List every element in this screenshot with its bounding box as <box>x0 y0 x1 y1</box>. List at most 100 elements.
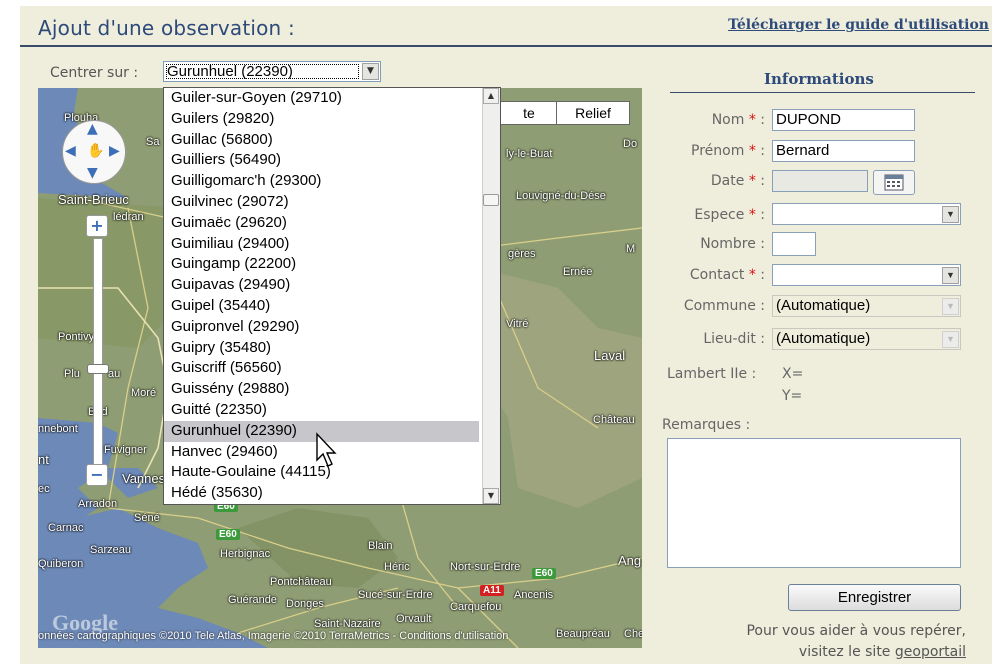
map-label: Beaupréau <box>556 628 610 640</box>
list-item[interactable]: Guissény (29880) <box>164 379 479 400</box>
list-scrollbar[interactable]: ▲ ▼ <box>482 88 500 504</box>
scroll-up-icon[interactable]: ▲ <box>483 88 499 104</box>
chevron-down-icon[interactable]: ▼ <box>942 206 959 223</box>
commune-select-value: (Automatique) <box>776 297 871 314</box>
map-label: Sucé-sur-Erdre <box>358 589 433 601</box>
route-badge: E60 <box>532 568 556 579</box>
map-pan-control[interactable]: ▲ ◀ ▶ ▼ ✋ <box>62 120 126 184</box>
commune-select: (Automatique) ▼ <box>772 295 961 317</box>
list-item[interactable]: Guilliers (56490) <box>164 150 479 171</box>
map-label: Saint-Brieuc <box>58 192 129 207</box>
informations-divider <box>670 92 975 93</box>
chevron-down-icon: ▼ <box>942 331 959 348</box>
save-button[interactable]: Enregistrer <box>788 584 961 611</box>
list-item[interactable]: Guimiliau (29400) <box>164 234 479 255</box>
list-item[interactable]: Guitté (22350) <box>164 400 479 421</box>
map-label: Chem <box>624 628 642 640</box>
map-label: Carnac <box>48 522 84 534</box>
mouse-cursor-icon <box>316 432 337 467</box>
list-item[interactable]: Hédé (35630) <box>164 483 479 504</box>
list-item[interactable]: Guilvinec (29072) <box>164 192 479 213</box>
map-label: Nort-sur-Erdre <box>450 561 521 573</box>
lieudit-select-value: (Automatique) <box>776 330 871 347</box>
page-title: Ajout d'une observation : <box>38 16 295 40</box>
help-line-1: Pour vous aider à vous repérer, <box>746 623 966 639</box>
route-badge: A11 <box>480 585 504 596</box>
list-item[interactable]: Guilligomarc'h (29300) <box>164 171 479 192</box>
pan-down-icon[interactable]: ▼ <box>87 165 98 181</box>
list-item[interactable]: Guipel (35440) <box>164 296 479 317</box>
contact-select[interactable]: ▼ <box>772 264 961 286</box>
center-on-select[interactable]: Gurunhuel (22390) ▼ <box>163 61 381 82</box>
list-item[interactable]: Guingamp (22200) <box>164 254 479 275</box>
map-label: Sarzeau <box>90 544 131 556</box>
map-label: Pontchâteau <box>270 576 332 588</box>
pan-left-icon[interactable]: ◀ <box>65 143 76 159</box>
list-item[interactable]: Guipry (35480) <box>164 338 479 359</box>
chevron-down-icon[interactable]: ▼ <box>942 267 959 284</box>
list-item[interactable]: Guipronvel (29290) <box>164 317 479 338</box>
map-label: gères <box>508 248 536 260</box>
zoom-in-button[interactable]: + <box>86 215 108 237</box>
lambert-x: X= <box>782 366 804 382</box>
map-label: Arradon <box>78 498 118 510</box>
map-label: Saint-Nazaire <box>314 618 381 630</box>
scroll-thumb[interactable] <box>483 194 499 206</box>
list-item[interactable]: Guimaëc (29620) <box>164 213 479 234</box>
map-label: Pontivy <box>58 331 95 343</box>
map-label: Château <box>593 414 635 426</box>
map-label: nt <box>38 452 49 467</box>
map-label: au <box>108 368 121 380</box>
help-text: Pour vous aider à vous repérer, visitez … <box>660 621 966 663</box>
lambert-label: Lambert IIe : <box>667 366 757 382</box>
list-item[interactable]: Guipavas (29490) <box>164 275 479 296</box>
zoom-slider-handle[interactable] <box>87 364 109 374</box>
route-badge: E60 <box>216 529 240 540</box>
date-field[interactable] <box>772 170 868 192</box>
contact-label: Contact * : <box>689 267 765 283</box>
nom-label: Nom * : <box>711 112 765 128</box>
geoportail-link[interactable]: geoportail <box>895 644 966 660</box>
date-label: Date * : <box>710 173 765 189</box>
prenom-label: Prénom * : <box>691 143 765 159</box>
map-label: Ernée <box>563 266 593 278</box>
calendar-button[interactable] <box>873 170 915 195</box>
map-label: Orvault <box>396 613 432 625</box>
espece-select[interactable]: ▼ <box>772 203 961 225</box>
list-item[interactable]: Guilers (29820) <box>164 109 479 130</box>
center-on-label: Centrer sur : <box>50 65 139 81</box>
guide-download-link[interactable]: Télécharger le guide d'utilisation <box>728 17 989 33</box>
chevron-down-icon: ▼ <box>942 298 959 315</box>
map-label: Do <box>623 138 638 150</box>
list-item[interactable]: Guiler-sur-Goyen (29710) <box>164 88 479 109</box>
map-label: Héric <box>384 561 410 573</box>
map-label: Sa <box>146 136 160 148</box>
map-label: Laval <box>594 348 626 363</box>
zoom-out-button[interactable]: − <box>86 464 108 486</box>
map-type-button-map[interactable]: te <box>494 101 564 125</box>
pan-right-icon[interactable]: ▶ <box>109 143 120 159</box>
informations-title: Informations <box>764 70 874 88</box>
commune-label: Commune : <box>683 298 765 314</box>
prenom-field[interactable]: Bernard <box>772 140 915 162</box>
map-label: lédran <box>113 211 144 223</box>
lieudit-select: (Automatique) ▼ <box>772 328 961 350</box>
nom-field[interactable]: DUPOND <box>772 109 915 131</box>
map-label: Ang <box>618 553 642 568</box>
map-label: ec <box>38 483 50 495</box>
remarques-textarea[interactable] <box>667 438 961 568</box>
map-copyright: onnées cartographiques ©2010 Tele Atlas,… <box>38 630 509 642</box>
hand-icon: ✋ <box>87 143 105 159</box>
map-label: Moré <box>131 387 157 399</box>
remarques-label: Remarques : <box>662 417 751 433</box>
scroll-down-icon[interactable]: ▼ <box>483 488 499 504</box>
pan-up-icon[interactable]: ▲ <box>87 121 98 137</box>
list-item[interactable]: Guillac (56800) <box>164 130 479 151</box>
map-label: nnebont <box>38 423 78 435</box>
list-item[interactable]: Guiscriff (56560) <box>164 358 479 379</box>
map-type-button-relief[interactable]: Relief <box>556 101 630 125</box>
nombre-field[interactable] <box>772 232 816 256</box>
lieudit-label: Lieu-dit : <box>703 331 765 347</box>
zoom-slider-track[interactable] <box>93 238 103 480</box>
chevron-down-icon[interactable]: ▼ <box>362 63 379 80</box>
